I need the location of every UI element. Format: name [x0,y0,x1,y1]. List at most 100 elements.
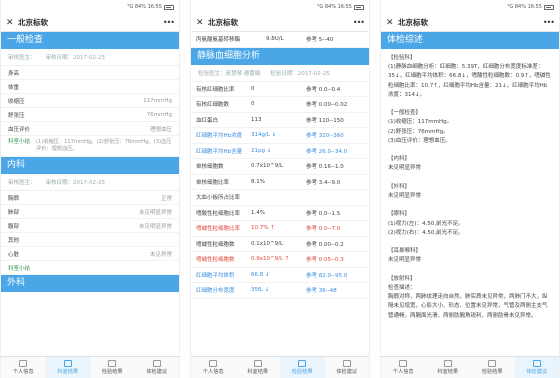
lab-ref: 参考 0.0--0.4 [306,86,341,93]
result-row: 血压评价 理想血压 [1,122,179,136]
lab-row: 红细胞分布宽度 35fL ↓ 参考 36--48 [191,283,369,299]
flask-icon [488,360,497,367]
lab-row: 嗜碱性粒细胞数 0.9x10^9/L ↑ 参考 0.05--0.3 [191,252,369,268]
lab-value: 0.1x10^9/L [251,240,284,247]
lab-ref: 参考 0.16--1.0 [306,164,344,171]
tab-advice[interactable]: 体检建议 [514,357,559,378]
lab-row: 嗜碱性粒细胞数 0.1x10^9/L 参考 0.00--0.2 [191,237,369,252]
document-icon [152,360,161,367]
lab-ref: 参考 36--48 [306,288,337,295]
section-header-blood: 静脉血细胞分析 [191,47,369,65]
section-header-internal: 内科 [1,157,179,174]
result-row: 舒张压 76mmHg [1,108,179,122]
document-icon [532,360,541,367]
flask-icon [298,360,307,367]
battery-icon [354,4,364,10]
lab-row: 有核红细胞比率 0 参考 0.0--0.4 [191,82,369,97]
more-dots-icon[interactable]: ••• [163,18,175,27]
lab-value: 8.1% [251,178,265,185]
more-dots-icon[interactable]: ••• [353,18,365,27]
battery-icon [544,4,554,10]
title-bar: ✕ 北京标软 ••• [381,14,559,32]
audit-meta: 审核医生： 审核日期：2017-02-25 [1,174,179,191]
lab-ref: 参考 0.00--0.2 [306,241,344,248]
lab-value: 113 [251,116,262,123]
result-row: 肺部 未见明显异常 [1,205,179,219]
lab-ref: 参考 0.0--1.5 [306,210,341,217]
overview-text: 【检验科】 (1)静脉血细胞分析：红细胞：5.39T，红细胞分布宽度标准差：35… [388,55,551,319]
result-row: 体重 [1,80,179,94]
lab-ref: 参考 0.05--0.3 [306,257,344,264]
bottom-tab-bar: 个人信息 科室结果 检验结果 体检建议 [381,356,559,378]
lab-ref: 参考 26.0--34.0 [306,148,348,155]
tab-personal-info[interactable]: 个人信息 [191,357,236,378]
lab-row: 单核细胞比率 8.1% 参考 3.4--9.0 [191,175,369,190]
lab-value: 314g/L ↓ [251,132,277,139]
lab-ref: 参考 0.00--0.02 [306,102,348,109]
lab-name: 大血小板所占比率 [196,195,241,202]
phone-screen-summary: ⁵G 84% 16:55 ✕ 北京标软 ••• 体检综述 【检验科】 (1)静脉… [380,0,560,378]
tab-advice[interactable]: 体检建议 [325,357,370,378]
tab-personal-info[interactable]: 个人信息 [1,357,46,378]
dept-summary-label: 科室小结 [1,261,179,275]
status-bar: ⁵G 84% 16:55 [191,0,369,14]
lab-name: 嗜酸性粒细胞比率 [196,210,241,217]
result-row: 胸廓 正常 [1,191,179,205]
more-dots-icon[interactable]: ••• [543,18,555,27]
tab-lab-results[interactable]: 检验结果 [470,357,515,378]
app-title: 北京标软 [398,18,428,27]
tab-advice[interactable]: 体检建议 [135,357,180,378]
close-icon[interactable]: ✕ [6,18,16,28]
tab-lab-results[interactable]: 检验结果 [280,357,325,378]
lab-row: 嗜酸性粒细胞比率 1.4% 参考 0.0--1.5 [191,206,369,221]
app-title: 北京标软 [18,18,48,27]
document-icon [342,360,351,367]
lab-value: 21pg ↓ [251,147,272,154]
result-row: 腹部 未见明显异常 [1,219,179,233]
phone-screen-lab: ⁵G 84% 16:55 ✕ 北京标软 ••• 丙氨酸氨基转移酶 9.8U/L 参考… [190,0,370,378]
lab-meta: 检验医生：庞慧琴 德蕾娟 检验日期：2017-02-25 [191,65,369,82]
close-icon[interactable]: ✕ [386,18,396,28]
close-icon[interactable]: ✕ [196,18,206,28]
result-row: 身高 [1,66,179,80]
tab-personal-info[interactable]: 个人信息 [381,357,426,378]
lab-name: 嗜碱性粒细胞数 [196,241,235,248]
lab-row: 红细胞平均Hb含量 21pg ↓ 参考 26.0--34.0 [191,144,369,159]
dept-summary: 科室小结 (1)收缩压：117mmHg。(2)舒张压：76mmHg。(3)血压评… [1,136,179,157]
lab-row: 红细胞平均体积 66.8 ↓ 参考 82.0--95.0 [191,268,369,283]
clipboard-icon [443,360,452,367]
lab-value: 0 [251,85,255,92]
result-row: 收缩压 117mmHg [1,94,179,108]
section-header-general: 一般检查 [1,32,179,49]
phone-screen-general: ⁵G 84% 16:55 ✕ 北京标软 ••• 一般检查 审核医生： 审核日期：2… [0,0,180,378]
tab-lab-results[interactable]: 检验结果 [90,357,135,378]
lab-row: 嗜碱性粒细胞比率 10.7% ↑ 参考 0.0--7.0 [191,221,369,237]
clipboard-icon [253,360,262,367]
lab-value: 0.7x10^9/L [251,163,284,170]
lab-ref: 参考 110--150 [306,117,344,124]
tab-dept-results[interactable]: 科室结果 [45,357,90,378]
lab-value: 10.7% ↑ [251,225,275,232]
lab-value: 1.4% [251,209,265,216]
result-row: 其他 [1,233,179,247]
lab-name: 嗜碱性粒细胞数 [196,257,235,264]
lab-row: 有核红细胞数 0 参考 0.00--0.02 [191,97,369,113]
person-icon [209,360,218,367]
result-row: 心脏 未见异常 [1,247,179,261]
section-header-surgery: 外科 [1,275,179,292]
person-icon [19,360,28,367]
lab-name: 单核细胞比率 [196,179,230,186]
clipboard-icon [63,360,72,367]
lab-ref: 参考 3.4--9.0 [306,179,341,186]
lab-name: 血红蛋白 [196,117,219,124]
lab-row: 单核细胞数 0.7x10^9/L 参考 0.16--1.0 [191,159,369,175]
lab-name: 单核细胞数 [196,164,224,171]
lab-value: 0.9x10^9/L ↑ [251,256,290,263]
lab-value: 35fL ↓ [251,287,270,294]
status-bar: ⁵G 84% 16:55 [381,0,559,14]
lab-ref: 参考 320--360 [306,133,344,140]
tab-dept-results[interactable]: 科室结果 [236,357,281,378]
lab-name: 嗜碱性粒细胞比率 [196,226,241,233]
lab-row: 红细胞平均Hb浓度 314g/L ↓ 参考 320--360 [191,128,369,144]
tab-dept-results[interactable]: 科室结果 [426,357,471,378]
